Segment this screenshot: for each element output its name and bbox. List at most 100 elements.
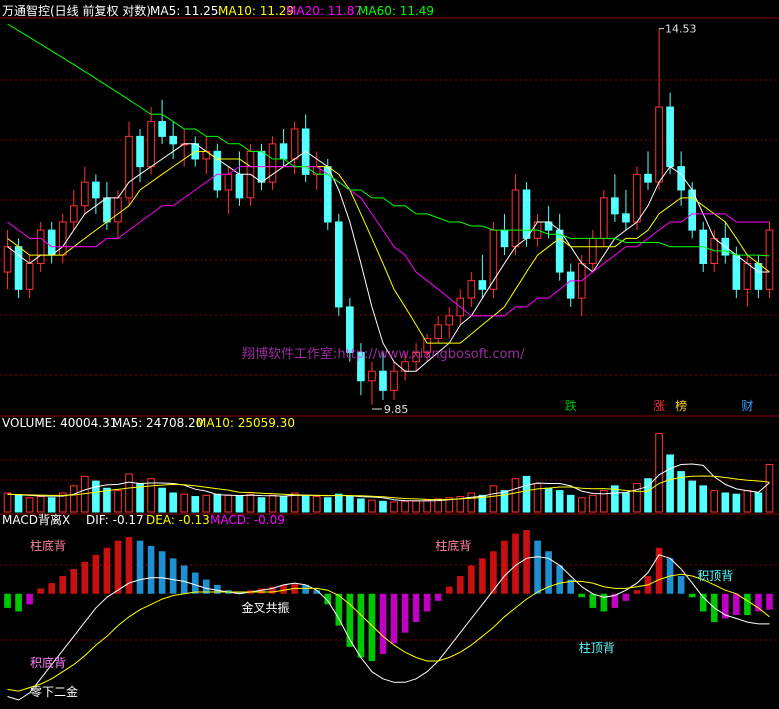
candle-body-50 (555, 229, 564, 273)
macd-bar-40 (445, 586, 453, 594)
macd-bar-68 (755, 593, 762, 612)
candle-body-60 (666, 106, 674, 168)
macd-bar-8 (92, 554, 100, 594)
volume-bar-59 (655, 433, 663, 513)
volume-bar-63 (699, 485, 708, 513)
volume-bar-4 (47, 497, 56, 513)
macd-bar-56 (622, 593, 630, 601)
macd-bar-35 (390, 593, 398, 644)
macd-annotation-3: 柱顶背 (579, 640, 615, 655)
ma5-label: MA5: 11.25 (150, 4, 218, 18)
volume-bar-35 (390, 501, 398, 513)
candle-body-57 (633, 173, 641, 223)
volume-bar-66 (732, 493, 741, 513)
volume-bar-36 (401, 500, 409, 513)
volume-bar-68 (754, 492, 763, 513)
chart-title: 万通智控(日线 前复权 对数) (2, 3, 151, 18)
macd-bar-16 (180, 565, 188, 594)
macd-bar-5 (59, 576, 67, 594)
macd-bar-14 (158, 551, 166, 594)
candle-body-3 (36, 229, 45, 265)
macd-bar-17 (191, 572, 199, 594)
candle-body-33 (368, 370, 376, 382)
candle-body-53 (588, 237, 597, 265)
candle-body-20 (224, 173, 233, 191)
candle-body-43 (478, 280, 487, 290)
candle-body-9 (103, 197, 111, 223)
volume-bar-56 (622, 492, 630, 513)
volume-bar-32 (357, 498, 365, 513)
macd-bar-3 (37, 588, 44, 594)
volume-ma10-label: MA10: 25059.30 (196, 416, 295, 430)
volume-bar-20 (224, 494, 233, 513)
macd-value-label: MACD: -0.09 (210, 513, 285, 527)
volume-bar-62 (688, 480, 696, 513)
volume-bar-69 (765, 463, 774, 513)
candle-body-35 (390, 370, 398, 391)
candle-body-51 (566, 271, 575, 299)
watermark: 翔博软件工作室:http://www.xiangbosoft.com/ (242, 346, 525, 362)
volume-bar-37 (412, 500, 420, 513)
macd-bar-63 (699, 593, 707, 612)
price-tag-2: 榜 (675, 398, 687, 413)
macd-bar-0 (4, 593, 11, 608)
macd-bar-39 (434, 593, 442, 601)
volume-bar-52 (577, 497, 586, 513)
macd-annotation-5: 积底背 (30, 655, 66, 670)
macd-annotation-2: 金叉共振 (242, 600, 290, 615)
macd-bar-41 (456, 576, 464, 594)
volume-bar-15 (169, 492, 177, 513)
volume-bar-50 (555, 490, 564, 513)
candle-body-59 (655, 106, 663, 183)
volume-bar-14 (158, 487, 166, 513)
candle-body-8 (92, 181, 100, 199)
volume-bar-10 (114, 490, 122, 513)
candle-body-26 (290, 128, 299, 160)
macd-bar-57 (633, 590, 641, 594)
candle-body-34 (379, 370, 387, 391)
volume-bar-27 (301, 494, 310, 513)
stock-chart: 跌 涨榜 财 柱底背 柱底背 金叉共振 柱顶背 积顶背 积底背 零下二金 万通智控(日线 前复权… (0, 0, 779, 705)
macd-bar-48 (534, 540, 541, 594)
volume-label: VOLUME: 40004.31 (2, 416, 117, 430)
volume-bar-21 (235, 496, 244, 513)
macd-bar-37 (412, 593, 420, 623)
macd-bar-45 (501, 540, 508, 594)
macd-bar-42 (468, 565, 475, 594)
candle-body-67 (743, 263, 752, 290)
price-tag-0: 跌 (565, 398, 577, 413)
macd-annotation-6: 零下二金 (30, 684, 78, 699)
candle-body-4 (47, 229, 56, 256)
macd-annotation-0: 柱底背 (30, 538, 66, 553)
candle-body-10 (114, 197, 122, 223)
candle-body-12 (136, 135, 144, 168)
candle-body-0 (3, 246, 12, 273)
volume-bar-23 (257, 497, 266, 513)
candle-body-69 (765, 229, 774, 290)
volume-bar-53 (588, 494, 597, 513)
volume-bar-3 (36, 496, 45, 513)
macd-bar-69 (766, 593, 773, 610)
candle-body-42 (467, 280, 476, 299)
volume-bar-0 (3, 492, 12, 513)
candle-body-40 (445, 315, 454, 326)
candle-body-2 (25, 263, 34, 290)
volume-bar-8 (92, 480, 100, 513)
low-price-label: 9.85 (384, 403, 409, 416)
candle-body-31 (346, 306, 354, 353)
volume-bar-12 (136, 482, 144, 513)
volume-bar-42 (467, 492, 476, 513)
volume-bar-60 (666, 454, 674, 513)
volume-ma5-label: MA5: 24708.20 (112, 416, 203, 430)
macd-bar-1 (15, 593, 22, 612)
dea-label: DEA: -0.13 (146, 513, 210, 527)
macd-bar-9 (103, 547, 111, 594)
volume-bar-17 (191, 496, 200, 513)
volume-bar-19 (213, 493, 222, 513)
macd-bar-62 (688, 593, 696, 598)
macd-bar-38 (423, 593, 431, 612)
macd-bar-2 (26, 593, 33, 605)
macd-bar-6 (70, 568, 78, 594)
volume-bar-46 (511, 478, 520, 513)
candle-body-47 (522, 189, 531, 239)
